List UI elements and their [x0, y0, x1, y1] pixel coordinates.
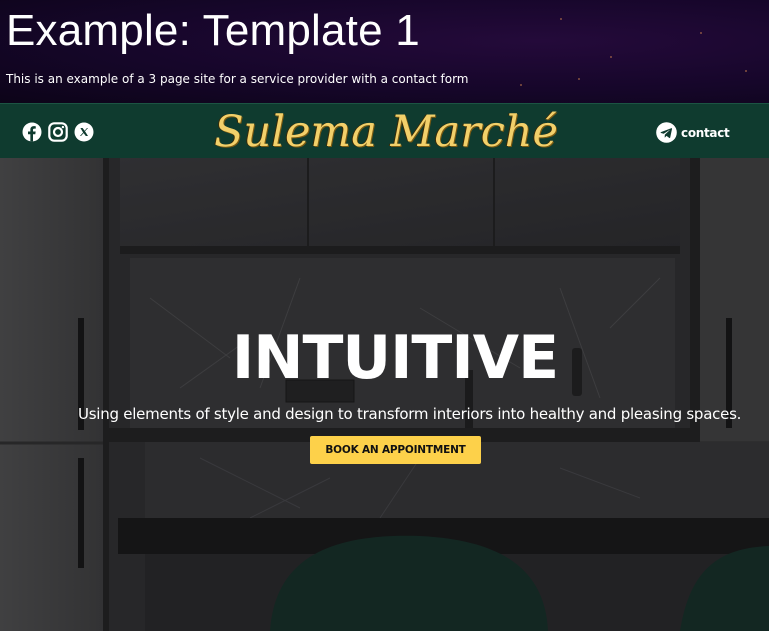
site-navbar: Sulema Marché contact — [0, 103, 769, 158]
decorative-star — [700, 32, 702, 34]
kitchen-background-image — [0, 158, 769, 631]
decorative-star — [560, 18, 562, 20]
hero-subtitle: Using elements of style and design to tr… — [78, 405, 742, 423]
book-appointment-button[interactable]: BOOK AN APPOINTMENT — [310, 436, 481, 464]
decorative-star — [745, 70, 747, 72]
instagram-icon[interactable] — [48, 122, 68, 142]
page-subtitle: This is an example of a 3 page site for … — [6, 72, 469, 86]
page-banner: Example: Template 1 This is an example o… — [0, 0, 769, 103]
x-icon[interactable] — [74, 122, 94, 142]
contact-label: contact — [681, 125, 730, 140]
contact-link[interactable]: contact — [656, 122, 730, 143]
telegram-icon — [656, 122, 677, 143]
page-title: Example: Template 1 — [6, 6, 420, 55]
hero-title: INTUITIVE — [231, 323, 559, 393]
decorative-star — [578, 78, 580, 80]
decorative-star — [520, 84, 522, 86]
hero-section: INTUITIVE Using elements of style and de… — [0, 158, 769, 631]
decorative-star — [610, 56, 612, 58]
social-links — [22, 122, 94, 142]
facebook-icon[interactable] — [22, 122, 42, 142]
brand-logo[interactable]: Sulema Marché — [200, 106, 572, 158]
